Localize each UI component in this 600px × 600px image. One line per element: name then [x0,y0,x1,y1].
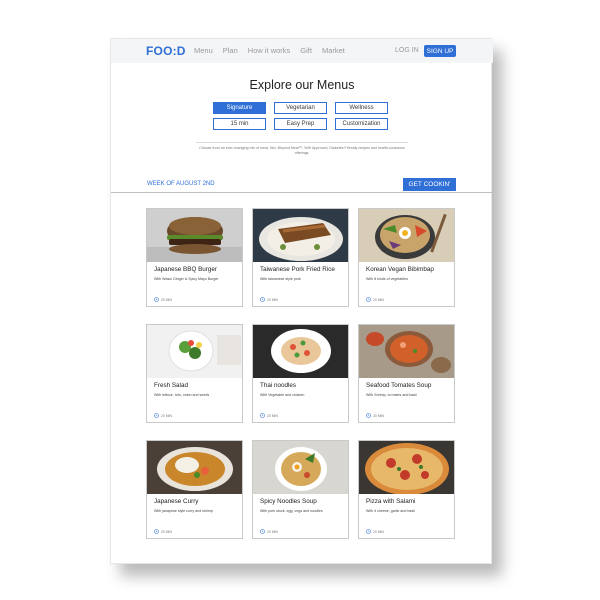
menu-card[interactable]: Japanese BBQ Burger With Wasui Ginger & … [146,208,243,307]
nav-item-market[interactable]: Market [322,46,345,55]
menu-card-subtitle: With taiwanese style pork [260,277,301,281]
menu-card-title: Spicy Noodles Soup [260,498,317,505]
cook-time: 20 MIN [366,529,384,534]
menu-card-subtitle: With Wasui Ginger & Spicy Mayo Burger [154,277,219,281]
cook-time-label: 20 MIN [161,297,172,302]
menu-card-title: Korean Vegan Bibimbap [366,266,434,273]
cook-time-label: 20 MIN [373,297,384,302]
cook-time-label: 20 MIN [161,529,172,534]
menu-card-title: Fresh Salad [154,382,188,389]
cook-time-label: 20 MIN [373,413,384,418]
bibimbap-photo [359,209,454,262]
nav-item-gift[interactable]: Gift [300,46,312,55]
clock-icon [260,297,265,302]
menu-page: FOO:D Menu Plan How it works Gift Market… [110,38,493,564]
section-divider [111,192,493,193]
menu-card-subtitle: With Shrimp, to mates and basil [366,393,417,397]
cook-time: 20 MIN [260,297,278,302]
login-link[interactable]: LOG IN [395,47,419,54]
cook-time: 20 MIN [366,413,384,418]
get-cookin-button[interactable]: GET COOKIN' [403,178,456,191]
cook-time: 20 MIN [154,297,172,302]
cook-time: 20 MIN [260,529,278,534]
cook-time: 20 MIN [366,297,384,302]
nav-item-plan[interactable]: Plan [223,46,238,55]
clock-icon [260,529,265,534]
clock-icon [154,529,159,534]
filter-15-min[interactable]: 15 min [213,118,266,130]
clock-icon [366,413,371,418]
menu-card-subtitle: With 8 kinds of vegetables [366,277,408,281]
menu-card-title: Japanese BBQ Burger [154,266,218,273]
clock-icon [366,529,371,534]
menu-card-title: Japanese Curry [154,498,199,505]
nav-item-how-it-works[interactable]: How it works [248,46,291,55]
pork-rice-photo [253,209,348,262]
noodle-soup-photo [253,441,348,494]
main-nav: Menu Plan How it works Gift Market [194,46,355,55]
menu-card-title: Seafood Tomates Soup [366,382,432,389]
clock-icon [366,297,371,302]
cook-time: 20 MIN [260,413,278,418]
week-label: WEEK OF AUGUST 2ND [147,181,215,187]
menu-card[interactable]: Thai noodles With Vegetable and chicken … [252,324,349,423]
curry-photo [147,441,242,494]
logo[interactable]: FOO:D [146,44,186,58]
menu-card-title: Pizza with Salami [366,498,416,505]
filter-customization[interactable]: Customization [335,118,388,130]
divider [196,142,408,143]
tomato-soup-photo [359,325,454,378]
cook-time-label: 20 MIN [267,413,278,418]
nav-item-menu[interactable]: Menu [194,46,213,55]
menu-card[interactable]: Fresh Salad With lettuce, tofu, onion an… [146,324,243,423]
menu-card[interactable]: Japanese Curry With janapese style curry… [146,440,243,539]
burger-photo [147,209,242,262]
filter-wellness[interactable]: Wellness [335,102,388,114]
signup-button[interactable]: SIGN UP [424,45,456,57]
menu-card-subtitle: With lettuce, tofu, onion and seeds [154,393,210,397]
cook-time-label: 20 MIN [161,413,172,418]
menu-card[interactable]: Taiwanese Pork Fried Rice With taiwanese… [252,208,349,307]
top-navbar: FOO:D Menu Plan How it works Gift Market… [111,39,493,63]
cook-time-label: 20 MIN [267,529,278,534]
salad-photo [147,325,242,378]
menu-card[interactable]: Pizza with Salami With 4 cheese, garlic … [358,440,455,539]
filter-signature[interactable]: Signature [213,102,266,114]
menu-card[interactable]: Seafood Tomates Soup With Shrimp, to mat… [358,324,455,423]
menu-description: Choose from an ever-changing mix of meat… [199,146,405,155]
menu-card-subtitle: With 4 cheese, garlic and basil [366,509,415,513]
menu-card-subtitle: With Vegetable and chicken [260,393,305,397]
menu-card-subtitle: With pork stock, egg, vegs and noodles [260,509,323,513]
clock-icon [154,413,159,418]
menu-card-title: Taiwanese Pork Fried Rice [260,266,335,273]
menu-card-title: Thai noodles [260,382,297,389]
cook-time-label: 20 MIN [373,529,384,534]
menu-card[interactable]: Spicy Noodles Soup With pork stock, egg,… [252,440,349,539]
filter-vegetarian[interactable]: Vegetarian [274,102,327,114]
cook-time-label: 20 MIN [267,297,278,302]
thai-noodles-photo [253,325,348,378]
clock-icon [260,413,265,418]
cook-time: 20 MIN [154,529,172,534]
filter-easy-prep[interactable]: Easy Prep [274,118,327,130]
menu-card-subtitle: With janapese style curry and shrimp [154,509,213,513]
cook-time: 20 MIN [154,413,172,418]
clock-icon [154,297,159,302]
menu-card[interactable]: Korean Vegan Bibimbap With 8 kinds of ve… [358,208,455,307]
pizza-photo [359,441,454,494]
page-title: Explore our Menus [249,78,355,92]
